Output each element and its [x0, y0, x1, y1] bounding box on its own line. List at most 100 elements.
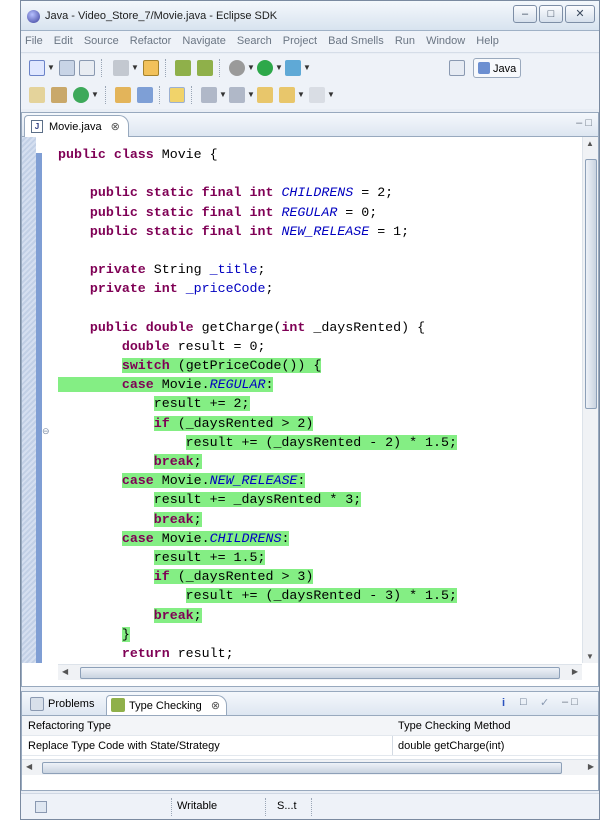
- code-line[interactable]: double result = 0;: [58, 337, 568, 356]
- tab-type-checking[interactable]: Type Checking ⊗: [106, 695, 228, 715]
- panel-scroll-thumb[interactable]: [42, 762, 562, 774]
- vertical-scroll-thumb[interactable]: [585, 159, 597, 409]
- search-icon[interactable]: [137, 87, 153, 103]
- menu-source[interactable]: Source: [80, 31, 123, 47]
- menu-help[interactable]: Help: [472, 31, 503, 47]
- code-line[interactable]: result += 1.5;: [58, 548, 568, 567]
- scroll-right-arrow-icon[interactable]: ▶: [588, 762, 594, 771]
- code-line[interactable]: switch (getPriceCode()) {: [58, 356, 568, 375]
- scroll-left-arrow-icon[interactable]: ◀: [26, 762, 32, 771]
- horizontal-scroll-thumb[interactable]: [80, 667, 560, 679]
- code-line[interactable]: return result;: [58, 644, 568, 663]
- panel-horizontal-scrollbar[interactable]: ◀ ▶: [22, 759, 598, 775]
- scroll-up-arrow-icon[interactable]: ▲: [586, 139, 594, 148]
- new-class-icon[interactable]: [73, 87, 89, 103]
- column-header-type-checking-method[interactable]: Type Checking Method: [398, 720, 511, 732]
- previous-annotation-icon[interactable]: [229, 87, 245, 103]
- run-icon[interactable]: [257, 60, 273, 76]
- mark-occurrences-icon[interactable]: [169, 87, 185, 103]
- open-perspective-icon[interactable]: [449, 60, 465, 76]
- open-type-icon[interactable]: [115, 87, 131, 103]
- menu-window[interactable]: Window: [422, 31, 469, 47]
- new-class-dropdown-arrow[interactable]: ▼: [91, 90, 99, 99]
- build-icon[interactable]: [143, 60, 159, 76]
- code-line[interactable]: public class Movie {: [58, 145, 568, 164]
- close-button[interactable]: ✕: [565, 5, 595, 23]
- close-tab-icon[interactable]: ⊗: [111, 121, 120, 133]
- column-header-refactoring-type[interactable]: Refactoring Type: [28, 720, 111, 732]
- debug-icon[interactable]: [229, 60, 245, 76]
- print-icon[interactable]: [79, 60, 95, 76]
- new-package-icon[interactable]: [51, 87, 67, 103]
- info-icon[interactable]: i: [502, 697, 505, 709]
- java-perspective-button[interactable]: Java: [473, 58, 522, 78]
- next-annotation-dropdown-arrow[interactable]: ▼: [219, 90, 227, 99]
- scroll-down-arrow-icon[interactable]: ▼: [586, 652, 594, 661]
- type-checking-tc-icon[interactable]: [175, 60, 191, 76]
- menu-refactor[interactable]: Refactor: [126, 31, 176, 47]
- editor-vertical-scrollbar[interactable]: ▲ ▼: [582, 137, 598, 663]
- fold-collapse-icon[interactable]: ⊖: [42, 426, 52, 436]
- menu-bad-smells[interactable]: Bad Smells: [324, 31, 388, 47]
- code-line[interactable]: private String _title;: [58, 260, 568, 279]
- view-menu-icon[interactable]: □: [520, 696, 527, 708]
- tab-problems[interactable]: Problems: [26, 695, 100, 715]
- debug-dropdown-arrow[interactable]: ▼: [247, 63, 255, 72]
- code-line[interactable]: public static final int REGULAR = 0;: [58, 203, 568, 222]
- code-line[interactable]: break;: [58, 452, 568, 471]
- new-dropdown-arrow[interactable]: ▼: [47, 63, 55, 72]
- menu-edit[interactable]: Edit: [50, 31, 77, 47]
- code-line[interactable]: break;: [58, 606, 568, 625]
- code-line[interactable]: if (_daysRented > 3): [58, 567, 568, 586]
- code-area[interactable]: public class Movie { public static final…: [58, 145, 568, 663]
- type-checking-fe-icon[interactable]: [197, 60, 213, 76]
- close-tab-icon[interactable]: ⊗: [211, 700, 220, 712]
- code-line[interactable]: case Movie.REGULAR:: [58, 375, 568, 394]
- new-java-project-icon[interactable]: [29, 87, 45, 103]
- tools-icon[interactable]: [113, 60, 129, 76]
- code-line[interactable]: }: [58, 625, 568, 644]
- save-icon[interactable]: [59, 60, 75, 76]
- code-line[interactable]: result += (_daysRented - 2) * 1.5;: [58, 433, 568, 452]
- code-line[interactable]: [58, 241, 568, 260]
- menu-file[interactable]: File: [21, 31, 47, 47]
- next-annotation-icon[interactable]: [201, 87, 217, 103]
- menu-navigate[interactable]: Navigate: [178, 31, 229, 47]
- apply-refactoring-icon[interactable]: ✓: [540, 696, 549, 709]
- code-line[interactable]: public static final int CHILDRENS = 2;: [58, 183, 568, 202]
- previous-annotation-dropdown-arrow[interactable]: ▼: [247, 90, 255, 99]
- code-line[interactable]: result += 2;: [58, 394, 568, 413]
- menu-search[interactable]: Search: [233, 31, 276, 47]
- code-line[interactable]: case Movie.CHILDRENS:: [58, 529, 568, 548]
- code-line[interactable]: public static final int NEW_RELEASE = 1;: [58, 222, 568, 241]
- code-line[interactable]: [58, 164, 568, 183]
- code-line[interactable]: result += _daysRented * 3;: [58, 490, 568, 509]
- external-tools-icon[interactable]: [285, 60, 301, 76]
- menu-run[interactable]: Run: [391, 31, 419, 47]
- tools-dropdown-arrow[interactable]: ▼: [131, 63, 139, 72]
- menu-project[interactable]: Project: [279, 31, 321, 47]
- code-line[interactable]: private int _priceCode;: [58, 279, 568, 298]
- editor-minimize-maximize-icons[interactable]: – □: [576, 117, 592, 129]
- forward-dropdown-arrow[interactable]: ▼: [327, 90, 335, 99]
- external-tools-dropdown-arrow[interactable]: ▼: [303, 63, 311, 72]
- code-line[interactable]: case Movie.NEW_RELEASE:: [58, 471, 568, 490]
- code-line[interactable]: if (_daysRented > 2): [58, 414, 568, 433]
- last-edit-location-icon[interactable]: [257, 87, 273, 103]
- forward-icon[interactable]: [309, 87, 325, 103]
- back-icon[interactable]: [279, 87, 295, 103]
- table-row[interactable]: Replace Type Code with State/Strategy do…: [22, 736, 598, 756]
- run-dropdown-arrow[interactable]: ▼: [275, 63, 283, 72]
- code-line[interactable]: public double getCharge(int _daysRented)…: [58, 318, 568, 337]
- code-line[interactable]: [58, 299, 568, 318]
- new-icon[interactable]: [29, 60, 45, 76]
- panel-minimize-maximize-icons[interactable]: – □: [562, 696, 578, 708]
- back-dropdown-arrow[interactable]: ▼: [297, 90, 305, 99]
- editor-horizontal-scrollbar[interactable]: ◀ ▶: [58, 664, 582, 680]
- scroll-left-arrow-icon[interactable]: ◀: [62, 667, 68, 676]
- fast-view-icon[interactable]: [35, 801, 47, 813]
- scroll-right-arrow-icon[interactable]: ▶: [572, 667, 578, 676]
- code-line[interactable]: break;: [58, 510, 568, 529]
- minimize-button[interactable]: –: [513, 5, 537, 23]
- code-line[interactable]: result += (_daysRented - 3) * 1.5;: [58, 586, 568, 605]
